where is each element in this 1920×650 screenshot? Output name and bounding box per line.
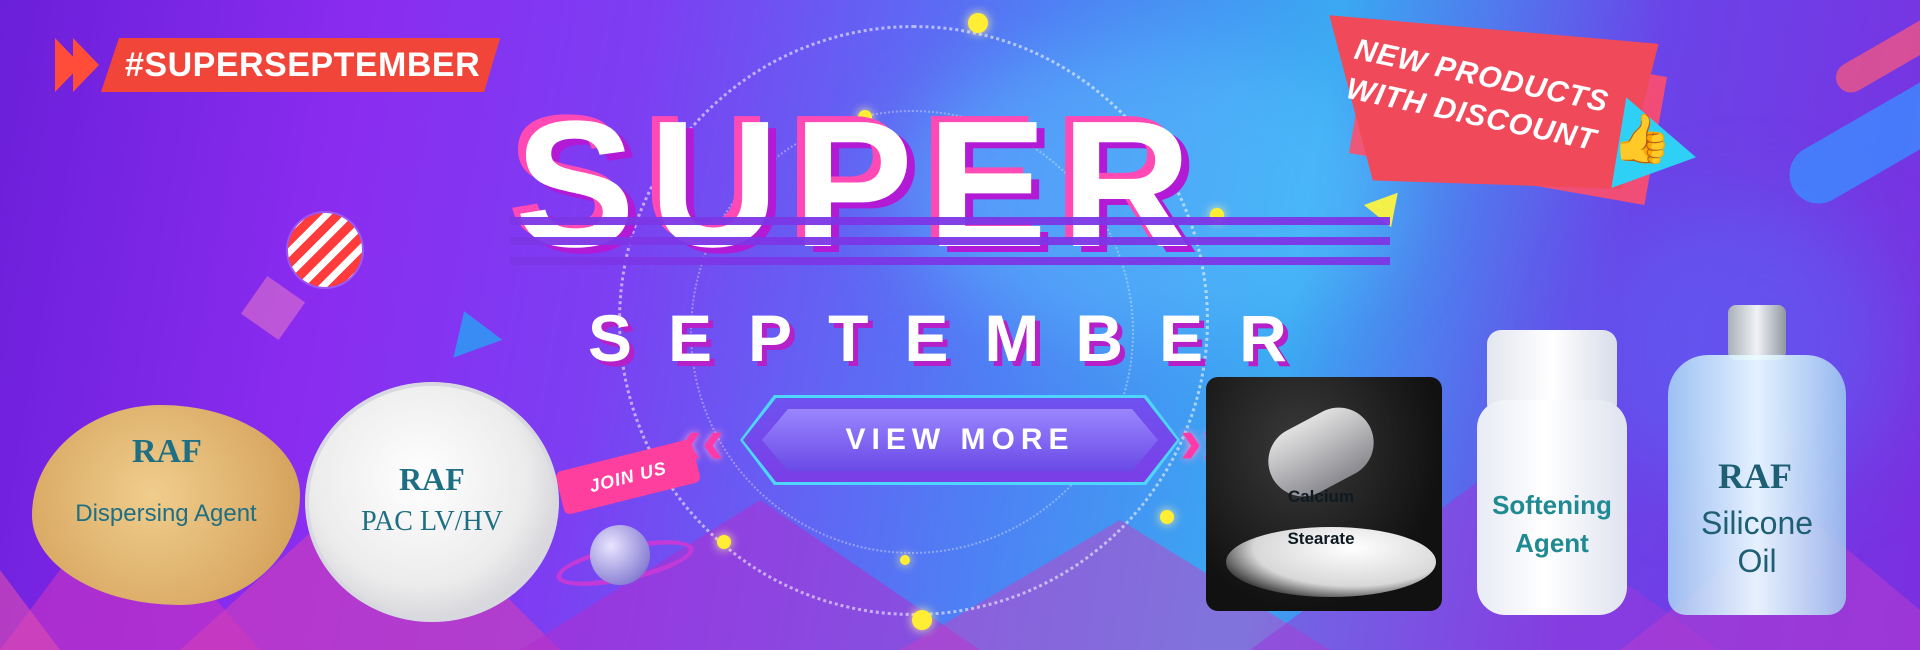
product-name-line-1: Silicone	[1700, 505, 1814, 541]
diamond-decoration	[240, 275, 306, 341]
glow-dot	[717, 535, 731, 549]
planet-icon	[590, 525, 650, 585]
product-name-line-1: Softening	[1492, 490, 1612, 520]
glow-dot	[900, 555, 910, 565]
product-dispersing-agent[interactable]: RAF Dispersing Agent	[32, 405, 300, 605]
headline-september: SEPTEMBER	[588, 301, 1323, 375]
raf-logo: RAF	[399, 461, 465, 497]
view-more-button[interactable]: ‹‹ VIEW MORE ››	[680, 395, 1240, 485]
hashtag-tag: #SUPERSEPTEMBER	[55, 38, 500, 92]
product-name-line-2: Oil	[1737, 543, 1777, 579]
product-name-line-2: Stearate	[1287, 529, 1355, 548]
product-pac[interactable]: RAF PAC LV/HV	[305, 382, 559, 622]
product-name-line-2: Agent	[1515, 528, 1589, 558]
product-calcium-stearate[interactable]: Calcium Stearate	[1206, 377, 1442, 611]
flask-cap	[1728, 305, 1786, 360]
product-name: PAC LV/HV	[361, 506, 503, 537]
glow-dot	[968, 13, 988, 33]
raf-logo: RAF	[1718, 456, 1792, 496]
bottle-cap	[1487, 330, 1617, 410]
product-name-line-1: Calcium	[1287, 487, 1355, 506]
glow-dot	[1160, 510, 1174, 524]
striped-ball-icon	[288, 213, 362, 287]
product-name: Dispersing Agent	[75, 500, 257, 527]
pill-decoration	[1830, 12, 1920, 98]
thumbs-up-icon: 👍	[1612, 113, 1672, 166]
glow-dot	[912, 610, 932, 630]
view-more-label[interactable]: VIEW MORE	[762, 409, 1158, 471]
headline-stripes	[510, 205, 1390, 275]
product-softening-agent[interactable]: Softening Agent	[1472, 330, 1632, 615]
hashtag-text: #SUPERSEPTEMBER	[101, 38, 500, 92]
promo-banner[interactable]: #SUPERSEPTEMBER SUPER SEPTEMBER ‹‹ VIEW …	[0, 0, 1920, 650]
product-silicone-oil[interactable]: RAF Silicone Oil	[1668, 305, 1846, 615]
raf-logo: RAF	[132, 433, 202, 470]
chevron-right-icon	[73, 38, 99, 92]
